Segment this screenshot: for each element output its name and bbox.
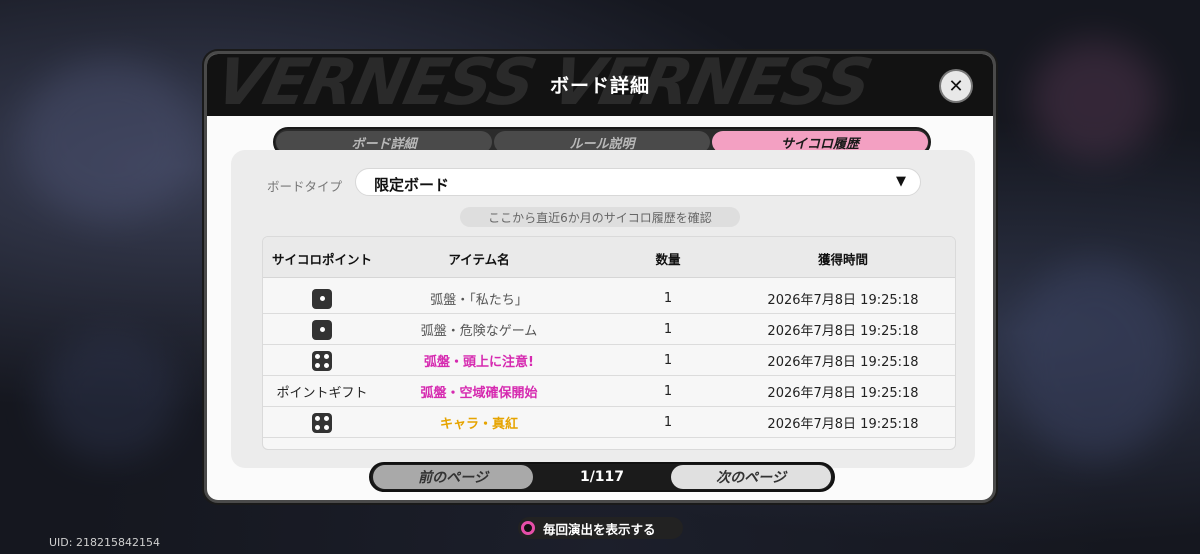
history-hint: ここから直近6か月のサイコロ履歴を確認 xyxy=(460,207,740,227)
table-row: 弧盤・頭上に注意! 1 2026年7月8日 19:25:18 xyxy=(263,345,955,376)
dice-1-icon xyxy=(312,288,332,309)
table-row: ポイントギフト 弧盤・空域確保開始 1 2026年7月8日 19:25:18 xyxy=(263,376,955,407)
background-blur xyxy=(1030,40,1160,160)
background-blur xyxy=(1010,260,1180,460)
quantity: 1 xyxy=(663,415,673,430)
pagination: 前のページ 1/117 次のページ xyxy=(369,462,835,492)
dice-point-cell xyxy=(263,314,381,345)
item-name: 弧盤・空域確保開始 xyxy=(420,386,538,401)
background-blur xyxy=(40,330,180,460)
board-type-label: ボードタイプ xyxy=(267,179,343,194)
quantity: 1 xyxy=(663,322,673,337)
close-button[interactable]: ✕ xyxy=(941,71,971,101)
item-name: 弧盤・危険なゲーム xyxy=(420,324,538,339)
header-quantity: 数量 xyxy=(655,252,681,267)
acquired-time: 2026年7月8日 19:25:18 xyxy=(767,324,919,339)
dice-4-icon xyxy=(312,412,332,433)
board-type-select[interactable]: 限定ボード ▼ xyxy=(355,168,921,196)
dice-point-cell xyxy=(263,345,381,376)
next-page-button[interactable]: 次のページ xyxy=(671,465,831,489)
table-row: 弧盤・「私たち」 1 2026年7月8日 19:25:18 xyxy=(263,283,955,314)
dialog-header: VERNESS VERNESS ボード詳細 ✕ xyxy=(207,54,993,116)
quantity: 1 xyxy=(663,291,673,306)
toggle-label: 毎回演出を表示する xyxy=(543,521,656,537)
table-header: サイコロポイント アイテム名 数量 獲得時間 xyxy=(263,237,955,278)
acquired-time: 2026年7月8日 19:25:18 xyxy=(767,386,919,401)
show-animation-toggle[interactable]: 毎回演出を表示する xyxy=(518,517,683,539)
dropdown-arrow-icon: ▼ xyxy=(896,174,906,189)
quantity: 1 xyxy=(663,384,673,399)
item-name: 弧盤・「私たち」 xyxy=(430,293,528,308)
item-name: キャラ・真紅 xyxy=(439,417,518,432)
item-name: 弧盤・頭上に注意! xyxy=(424,355,534,370)
acquired-time: 2026年7月8日 19:25:18 xyxy=(767,293,919,308)
background-blur xyxy=(20,60,200,220)
history-panel: ボードタイプ 限定ボード ▼ ここから直近6か月のサイコロ履歴を確認 サイコロポ… xyxy=(231,150,975,468)
table-row: 弧盤・危険なゲーム 1 2026年7月8日 19:25:18 xyxy=(263,314,955,345)
dice-1-icon xyxy=(312,319,332,340)
board-detail-dialog: VERNESS VERNESS ボード詳細 ✕ ボード詳細 ルール説明 サイコロ… xyxy=(204,51,996,503)
dice-history-table: サイコロポイント アイテム名 数量 獲得時間 弧盤・「私たち」 1 2026年7… xyxy=(262,236,956,450)
page-indicator: 1/117 xyxy=(579,469,625,485)
header-item-name: アイテム名 xyxy=(448,252,510,267)
uid-label: UID: 218215842154 xyxy=(49,536,160,549)
header-time: 獲得時間 xyxy=(817,252,868,267)
quantity: 1 xyxy=(663,353,673,368)
dice-point-text: ポイントギフト xyxy=(276,386,368,401)
acquired-time: 2026年7月8日 19:25:18 xyxy=(767,355,919,370)
table-row: キャラ・真紅 1 2026年7月8日 19:25:18 xyxy=(263,407,955,438)
header-dice-point: サイコロポイント xyxy=(271,252,372,267)
toggle-circle-icon xyxy=(521,521,535,535)
close-icon: ✕ xyxy=(948,75,964,97)
dice-point-cell xyxy=(263,407,381,438)
acquired-time: 2026年7月8日 19:25:18 xyxy=(767,417,919,432)
dialog-title: ボード詳細 xyxy=(549,75,650,97)
dice-point-cell xyxy=(263,283,381,314)
dice-4-icon xyxy=(312,350,332,371)
prev-page-button[interactable]: 前のページ xyxy=(373,465,533,489)
board-type-value: 限定ボード xyxy=(374,176,450,194)
